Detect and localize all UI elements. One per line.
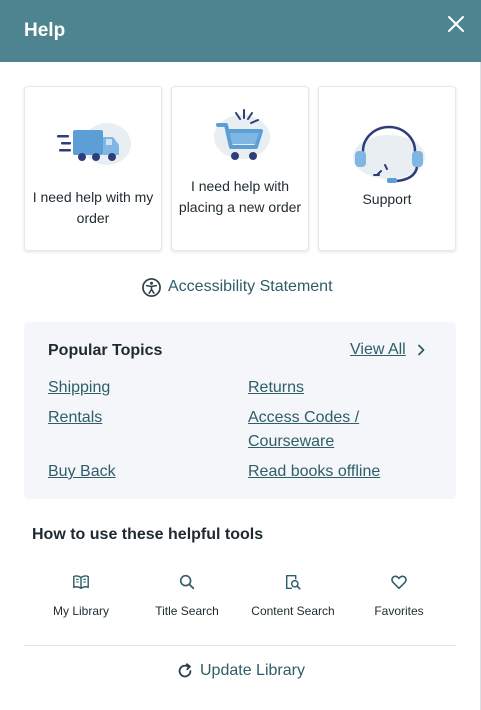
view-all-link[interactable]: View All: [350, 341, 426, 359]
support-card[interactable]: Support: [318, 86, 456, 251]
topic-link-shipping[interactable]: Shipping: [48, 376, 110, 400]
topic-link-access-codes[interactable]: Access Codes / Courseware: [248, 406, 359, 454]
tool-label-title-search: Title Search: [155, 604, 219, 618]
access-codes-line1: Access Codes /: [248, 409, 360, 426]
document-search-icon: [285, 574, 301, 590]
panel-title: Help: [24, 20, 66, 41]
support-label: Support: [362, 191, 412, 207]
accessibility-statement-link[interactable]: Accessibility Statement: [142, 276, 333, 298]
topic-link-buy-back[interactable]: Buy Back: [48, 460, 116, 484]
topic-link-rentals[interactable]: Rentals: [48, 406, 102, 430]
tool-label-my-library: My Library: [52, 604, 109, 618]
update-library-label: Update Library: [200, 662, 305, 679]
headset-icon: [353, 125, 425, 183]
delivery-truck-icon: [57, 123, 131, 165]
book-icon: [73, 575, 89, 590]
order-help-label: I need help with my order: [32, 189, 154, 226]
view-all-label: View All: [350, 341, 406, 358]
topic-link-read-offline[interactable]: Read books offline: [248, 460, 380, 484]
tool-label-favorites: Favorites: [374, 604, 424, 618]
accessibility-statement-label: Accessibility Statement: [168, 278, 333, 295]
tool-favorites[interactable]: Favorites: [344, 570, 454, 622]
close-icon: [448, 16, 464, 32]
chevron-right-icon: [417, 344, 425, 356]
new-order-help-card[interactable]: I need help with placing a new order: [171, 86, 309, 251]
topic-link-returns[interactable]: Returns: [248, 376, 304, 400]
new-order-help-label: I need help with placing a new order: [178, 178, 302, 215]
popular-topics-section: Popular Topics View All Shipping Returns…: [24, 322, 456, 499]
shopping-cart-icon: [214, 109, 270, 160]
close-button[interactable]: [444, 12, 468, 36]
help-header: Help: [0, 0, 481, 62]
help-panel: Help I need help with my order I need he…: [0, 0, 481, 710]
tool-my-library[interactable]: My Library: [26, 570, 136, 622]
tool-title-search[interactable]: Title Search: [132, 570, 242, 622]
tools-title: How to use these helpful tools: [32, 526, 264, 543]
heart-icon: [391, 575, 407, 590]
accessibility-icon: [142, 277, 161, 297]
section-divider: [24, 645, 456, 646]
tool-content-search[interactable]: Content Search: [238, 570, 348, 622]
access-codes-line2: Courseware: [248, 433, 335, 450]
popular-topics-title: Popular Topics: [48, 342, 163, 359]
search-icon: [179, 574, 195, 590]
tool-label-content-search: Content Search: [251, 604, 335, 618]
order-help-card[interactable]: I need help with my order: [24, 86, 162, 251]
refresh-icon: [178, 663, 192, 678]
update-library-button[interactable]: Update Library: [176, 662, 305, 680]
